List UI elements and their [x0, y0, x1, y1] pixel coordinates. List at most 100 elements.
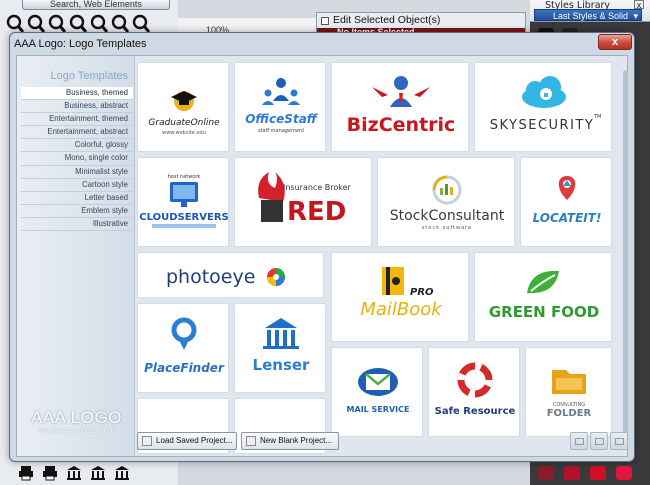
background-bottom-toolbar — [0, 460, 178, 485]
template-name: FOLDER — [547, 408, 592, 419]
template-name: MAIL SERVICE — [347, 405, 410, 414]
template-name: StockConsultant — [390, 208, 505, 224]
style-swatch[interactable] — [538, 466, 554, 480]
template-locate-it[interactable]: LOCATEIT! — [520, 157, 612, 247]
category-letter-based[interactable]: Letter based — [21, 192, 133, 205]
dialog-content: Logo Templates Business, themed Business… — [16, 55, 628, 457]
columns-building-icon — [263, 318, 299, 349]
sidebar-heading: Logo Templates — [50, 70, 128, 82]
map-pin-magnifier-icon — [171, 317, 197, 350]
template-tagline: stock software — [422, 225, 472, 231]
flame-house-icon — [258, 172, 285, 222]
template-stock-consultant[interactable]: StockConsultant stock software — [377, 157, 515, 247]
template-place-finder[interactable]: PlaceFinder — [137, 303, 229, 393]
aaa-logo-url: WWW.AAA-LOGO.COM — [39, 428, 116, 435]
template-tagline: www.website.edu — [162, 130, 206, 136]
scrollbar-thumb[interactable] — [623, 70, 628, 440]
styles-library-select[interactable]: Last Styles & Solid ▾ — [534, 9, 642, 21]
styles-library-close-button[interactable]: x — [634, 0, 644, 10]
cloud-lock-icon — [522, 76, 566, 108]
envelope-icon — [358, 368, 398, 396]
location-pin-icon — [558, 176, 576, 200]
category-colorful-glossy[interactable]: Colorful, glossy — [21, 139, 133, 153]
category-entertainment-abstract[interactable]: Entertainment, abstract — [21, 126, 133, 140]
category-list: Business, themed Business, abstract Ente… — [21, 87, 133, 232]
gallery-scrollbar[interactable] — [622, 62, 629, 454]
dialog-titlebar[interactable]: AAA Logo: Logo Templates x — [10, 33, 634, 55]
template-mail-service[interactable]: MAIL SERVICE — [331, 347, 423, 437]
small-thumbnails-view-button[interactable] — [570, 432, 588, 450]
panel-checkbox[interactable] — [321, 17, 329, 25]
template-name: OfficeStaff — [245, 112, 318, 126]
style-swatch[interactable] — [616, 466, 632, 480]
style-swatch[interactable] — [564, 466, 580, 480]
new-blank-project-label: New Blank Project... — [260, 436, 333, 445]
building-icon[interactable] — [114, 465, 130, 481]
template-name: GREEN FOOD — [489, 303, 599, 321]
template-name: LOCATEIT! — [533, 211, 602, 225]
new-blank-project-button[interactable]: New Blank Project... — [241, 432, 339, 450]
businessman-arrows-icon — [372, 76, 430, 107]
template-name: Lenser — [253, 356, 311, 374]
style-swatch[interactable] — [590, 466, 606, 480]
category-emblem-style[interactable]: Emblem style — [21, 205, 133, 218]
magnifier-icon[interactable] — [6, 14, 24, 34]
template-gallery: GraduateOnline www.website.edu OfficeSta… — [137, 62, 621, 454]
template-graduate-online[interactable]: GraduateOnline www.website.edu — [137, 62, 229, 152]
category-business-themed[interactable]: Business, themed — [21, 87, 133, 101]
web-elements-search-field[interactable]: Search, Web Elements — [22, 0, 170, 10]
template-bizcentric[interactable]: BizCentric — [331, 62, 469, 152]
view-medium-icon — [595, 438, 604, 445]
template-cloud-servers[interactable]: host network CLOUDSERVERS — [137, 157, 229, 247]
template-name: CLOUDSERVERS — [139, 212, 228, 223]
template-lenser[interactable]: Lenser — [234, 303, 326, 393]
magnifier-icon[interactable] — [27, 14, 45, 34]
view-large-icon — [615, 438, 624, 445]
logo-templates-dialog: AAA Logo: Logo Templates x Logo Template… — [9, 32, 635, 462]
template-red-insurance[interactable]: Insurance Broker RED — [234, 157, 372, 247]
magnifier-toolbar — [4, 10, 174, 34]
magnifier-icon[interactable] — [69, 14, 87, 34]
category-illustrative[interactable]: Illustrative — [21, 218, 133, 232]
leaf-icon — [527, 270, 559, 294]
template-name: BizCentric — [347, 114, 456, 136]
template-office-staff[interactable]: OfficeStaff staff management — [234, 62, 326, 152]
printer-icon[interactable] — [42, 465, 58, 481]
printer-icon[interactable] — [18, 465, 34, 481]
load-saved-project-label: Load Saved Project... — [156, 436, 233, 445]
category-minimalist-style[interactable]: Minimalist style — [21, 166, 133, 179]
building-icon[interactable] — [66, 465, 82, 481]
template-mailbook-pro[interactable]: PRO MailBook — [331, 252, 469, 342]
trademark-label: TM — [593, 114, 601, 120]
template-name: PlaceFinder — [144, 361, 225, 375]
template-name: Safe Resource — [435, 406, 516, 417]
template-green-food[interactable]: GREEN FOOD — [474, 252, 612, 342]
search-field-label: Search, Web Elements — [50, 0, 142, 9]
template-safe-resource[interactable]: Safe Resource — [428, 347, 520, 437]
magnifier-icon[interactable] — [132, 14, 150, 34]
open-file-icon — [142, 436, 152, 446]
dialog-title: AAA Logo: Logo Templates — [14, 38, 147, 50]
folder-icon — [552, 370, 586, 394]
load-saved-project-button[interactable]: Load Saved Project... — [137, 432, 237, 450]
category-mono-single-color[interactable]: Mono, single color — [21, 152, 133, 166]
template-name: RED — [287, 197, 346, 227]
template-photoeye[interactable]: photoeye — [137, 252, 324, 298]
styles-library-selected: Last Styles & Solid — [553, 11, 629, 21]
category-cartoon-style[interactable]: Cartoon style — [21, 179, 133, 192]
category-entertainment-themed[interactable]: Entertainment, themed — [21, 113, 133, 127]
building-icon[interactable] — [90, 465, 106, 481]
chevron-down-icon: ▾ — [633, 11, 638, 21]
large-thumbnails-view-button[interactable] — [610, 432, 628, 450]
dialog-close-button[interactable]: x — [598, 34, 632, 50]
template-consulting-folder[interactable]: CONSULTING FOLDER — [525, 347, 612, 437]
magnifier-icon[interactable] — [90, 14, 108, 34]
magnifier-icon[interactable] — [111, 14, 129, 34]
template-sky-security[interactable]: SKYSECURITY TM — [474, 62, 612, 152]
staff-people-icon — [262, 78, 300, 105]
medium-thumbnails-view-button[interactable] — [590, 432, 608, 450]
category-business-abstract[interactable]: Business, abstract — [21, 100, 133, 114]
magnifier-icon[interactable] — [48, 14, 66, 34]
template-name: photoeye — [166, 266, 255, 288]
template-tagline: staff management — [258, 128, 305, 134]
